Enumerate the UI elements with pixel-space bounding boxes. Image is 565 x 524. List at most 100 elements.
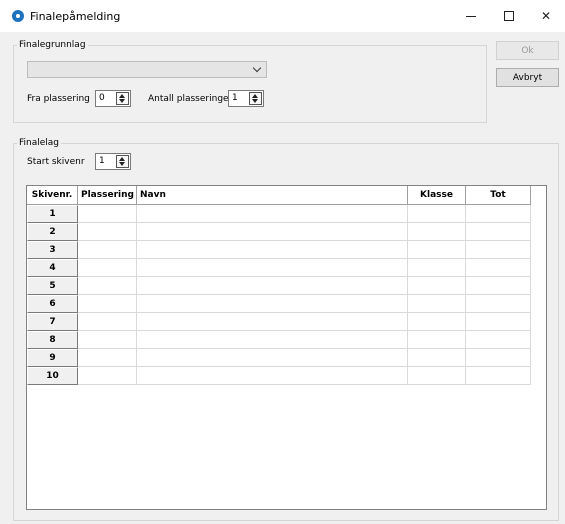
- row-header[interactable]: 1: [27, 205, 78, 223]
- cell-tot[interactable]: [466, 295, 531, 313]
- cell-plassering[interactable]: [78, 277, 137, 295]
- column-header-plassering[interactable]: Plassering: [78, 186, 137, 205]
- arrow-down-icon: [119, 162, 125, 166]
- table-row[interactable]: 6: [27, 295, 531, 313]
- close-button[interactable]: ✕: [527, 0, 565, 32]
- table-row[interactable]: 7: [27, 313, 531, 331]
- row-header[interactable]: 4: [27, 259, 78, 277]
- window-title: Finalepåmelding: [30, 10, 121, 23]
- cell-tot[interactable]: [466, 223, 531, 241]
- cell-navn[interactable]: [137, 259, 408, 277]
- cell-plassering[interactable]: [78, 259, 137, 277]
- maximize-icon: [504, 11, 514, 21]
- cell-navn[interactable]: [137, 331, 408, 349]
- cell-klasse[interactable]: [408, 367, 466, 385]
- minimize-icon: [466, 15, 476, 17]
- basis-dropdown[interactable]: [27, 61, 267, 78]
- row-header[interactable]: 2: [27, 223, 78, 241]
- cell-tot[interactable]: [466, 241, 531, 259]
- arrow-down-icon: [119, 99, 125, 103]
- maximize-button[interactable]: [490, 0, 528, 32]
- cell-plassering[interactable]: [78, 313, 137, 331]
- row-header[interactable]: 9: [27, 349, 78, 367]
- minimize-button[interactable]: [452, 0, 490, 32]
- start-stepper[interactable]: 1: [95, 153, 131, 170]
- title-bar: Finalepåmelding ✕: [0, 0, 565, 32]
- cell-tot[interactable]: [466, 259, 531, 277]
- cell-tot[interactable]: [466, 349, 531, 367]
- cell-plassering[interactable]: [78, 295, 137, 313]
- cell-klasse[interactable]: [408, 331, 466, 349]
- column-header-skivenr[interactable]: Skivenr.: [27, 186, 78, 205]
- cell-plassering[interactable]: [78, 331, 137, 349]
- table-row[interactable]: 8: [27, 331, 531, 349]
- cell-klasse[interactable]: [408, 259, 466, 277]
- table-row[interactable]: 4: [27, 259, 531, 277]
- from-place-spin-buttons[interactable]: [116, 92, 129, 105]
- count-value: 1: [232, 93, 238, 103]
- cell-klasse[interactable]: [408, 349, 466, 367]
- cell-klasse[interactable]: [408, 223, 466, 241]
- clock-icon: [12, 10, 24, 22]
- arrow-up-icon: [119, 157, 125, 161]
- row-header[interactable]: 5: [27, 277, 78, 295]
- cell-plassering[interactable]: [78, 241, 137, 259]
- arrow-up-icon: [252, 94, 258, 98]
- row-header[interactable]: 10: [27, 367, 78, 385]
- from-place-stepper[interactable]: 0: [95, 90, 131, 107]
- column-header-navn[interactable]: Navn: [137, 186, 408, 205]
- cell-klasse[interactable]: [408, 205, 466, 223]
- row-header[interactable]: 7: [27, 313, 78, 331]
- count-spin-buttons[interactable]: [249, 92, 262, 105]
- cell-navn[interactable]: [137, 295, 408, 313]
- cell-klasse[interactable]: [408, 295, 466, 313]
- basis-group: [13, 45, 487, 123]
- cell-tot[interactable]: [466, 367, 531, 385]
- cell-klasse[interactable]: [408, 241, 466, 259]
- cell-navn[interactable]: [137, 223, 408, 241]
- count-stepper[interactable]: 1: [228, 90, 264, 107]
- row-header[interactable]: 8: [27, 331, 78, 349]
- close-icon: ✕: [540, 9, 552, 23]
- cell-navn[interactable]: [137, 241, 408, 259]
- team-group-label: Finalelag: [17, 138, 62, 148]
- table-row[interactable]: 5: [27, 277, 531, 295]
- cell-klasse[interactable]: [408, 313, 466, 331]
- table-row[interactable]: 9: [27, 349, 531, 367]
- table-row[interactable]: 1: [27, 205, 531, 223]
- cell-klasse[interactable]: [408, 277, 466, 295]
- final-team-table[interactable]: Skivenr. Plassering Navn Klasse Tot 1 2 …: [26, 185, 547, 510]
- from-place-value: 0: [99, 93, 105, 103]
- start-label: Start skivenr: [27, 157, 85, 167]
- table-row[interactable]: 3: [27, 241, 531, 259]
- count-label: Antall plasseringer: [148, 94, 233, 104]
- cancel-button[interactable]: Avbryt: [496, 68, 559, 87]
- cell-navn[interactable]: [137, 349, 408, 367]
- cell-plassering[interactable]: [78, 223, 137, 241]
- row-header[interactable]: 3: [27, 241, 78, 259]
- column-header-tot[interactable]: Tot: [466, 186, 531, 205]
- from-place-label: Fra plassering: [27, 94, 90, 104]
- ok-button[interactable]: Ok: [496, 41, 559, 60]
- cell-tot[interactable]: [466, 313, 531, 331]
- table-row[interactable]: 10: [27, 367, 531, 385]
- basis-group-label: Finalegrunnlag: [17, 40, 88, 50]
- cell-navn[interactable]: [137, 205, 408, 223]
- cell-plassering[interactable]: [78, 367, 137, 385]
- cell-navn[interactable]: [137, 313, 408, 331]
- column-header-klasse[interactable]: Klasse: [408, 186, 466, 205]
- cell-plassering[interactable]: [78, 205, 137, 223]
- arrow-up-icon: [119, 94, 125, 98]
- cell-tot[interactable]: [466, 205, 531, 223]
- cell-navn[interactable]: [137, 367, 408, 385]
- cell-tot[interactable]: [466, 277, 531, 295]
- cell-tot[interactable]: [466, 331, 531, 349]
- cell-navn[interactable]: [137, 277, 408, 295]
- arrow-down-icon: [252, 99, 258, 103]
- start-spin-buttons[interactable]: [116, 155, 129, 168]
- row-header[interactable]: 6: [27, 295, 78, 313]
- chevron-down-icon: [252, 63, 262, 73]
- table-row[interactable]: 2: [27, 223, 531, 241]
- start-value: 1: [99, 156, 105, 166]
- cell-plassering[interactable]: [78, 349, 137, 367]
